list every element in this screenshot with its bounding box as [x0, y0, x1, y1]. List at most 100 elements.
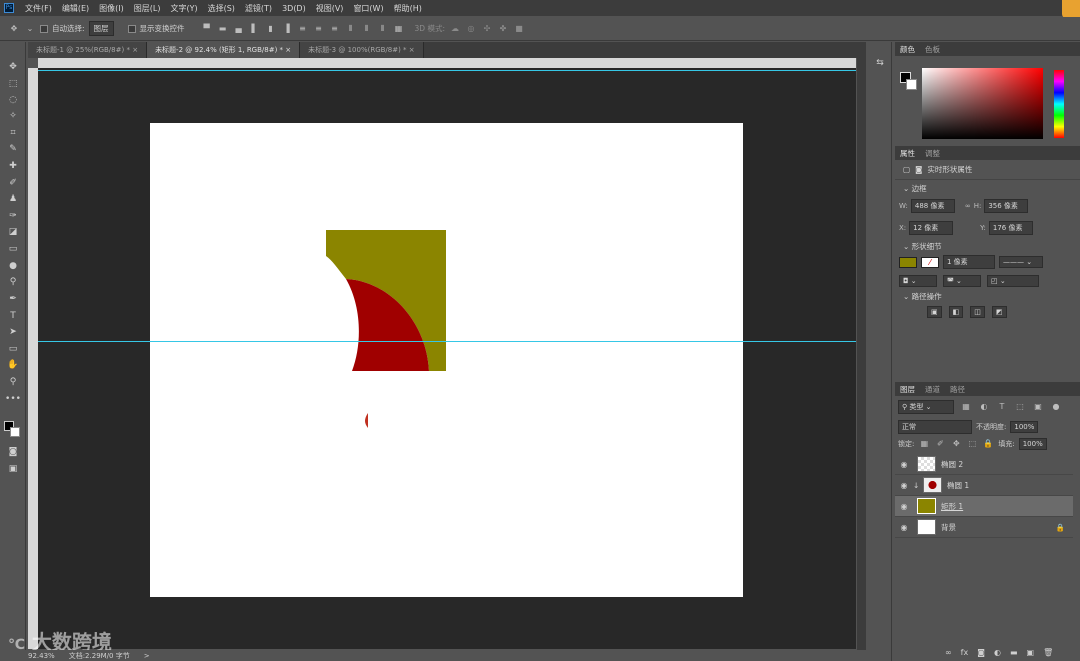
close-icon[interactable]: × [409, 46, 415, 54]
background-color-swatch[interactable] [906, 79, 917, 90]
tab-layers[interactable]: 图层 [900, 384, 915, 395]
menu-3d[interactable]: 3D(D) [277, 4, 311, 13]
subtract-shape-icon[interactable]: ◧ [948, 306, 964, 318]
eyedropper-tool-icon[interactable]: ✎ [5, 142, 21, 156]
show-transform-checkbox[interactable] [127, 24, 136, 33]
sync-icon[interactable] [1062, 0, 1080, 18]
screen-mode-icon[interactable]: ▣ [5, 462, 21, 476]
3d-slide-icon[interactable]: ✤ [497, 24, 509, 34]
menu-image[interactable]: 图像(I) [94, 3, 129, 14]
adjustment-layer-icon[interactable]: ◐ [994, 648, 1001, 657]
layer-filter-dropdown[interactable]: ⚲ 类型 ⌄ [898, 400, 954, 414]
layer-row[interactable]: ◉ 背景 🔒 [895, 517, 1073, 538]
menu-select[interactable]: 选择(S) [203, 3, 240, 14]
lock-artboard-icon[interactable]: ⬚ [966, 439, 978, 449]
fill-field[interactable]: 100% [1018, 438, 1047, 450]
lock-position-icon[interactable]: ✥ [950, 439, 962, 449]
visibility-eye-icon[interactable]: ◉ [895, 460, 913, 469]
filter-smart-object-icon[interactable]: ▣ [1032, 402, 1044, 412]
tab-paths[interactable]: 路径 [950, 384, 965, 395]
section-shape-details[interactable]: ⌄ 形状细节 [895, 241, 1080, 252]
layer-style-icon[interactable]: fx [961, 648, 969, 657]
3d-roll-icon[interactable]: ◎ [465, 24, 477, 34]
align-top-icon[interactable]: ▀ [201, 24, 213, 34]
tab-document-2[interactable]: 未标题-2 @ 92.4% (矩形 1, RGB/8#) * × [147, 42, 301, 58]
section-border[interactable]: ⌄ 边框 [895, 180, 1080, 197]
pen-tool-icon[interactable]: ✒ [5, 292, 21, 306]
menu-edit[interactable]: 编辑(E) [57, 3, 94, 14]
3d-drag-icon[interactable]: ✣ [481, 24, 493, 34]
distribute-bottom-icon[interactable]: ≡ [329, 24, 341, 34]
menu-file[interactable]: 文件(F) [20, 3, 57, 14]
path-select-tool-icon[interactable]: ➤ [5, 325, 21, 339]
new-layer-icon[interactable]: ▣ [1027, 648, 1035, 657]
background-color-swatch[interactable] [10, 427, 20, 437]
align-hcenter-icon[interactable]: ▮ [265, 24, 277, 34]
stroke-color-swatch[interactable]: ⁄ [921, 256, 939, 268]
auto-select-checkbox[interactable] [40, 24, 48, 33]
brush-tool-icon[interactable]: ✐ [5, 176, 21, 190]
eraser-tool-icon[interactable]: ◪ [5, 225, 21, 239]
move-tool-icon[interactable]: ✥ [5, 60, 21, 74]
vertical-ruler[interactable] [28, 68, 38, 649]
guide-line-top[interactable] [38, 70, 856, 71]
y-field[interactable]: 176 像素 [988, 221, 1033, 235]
distribute-hcenter-icon[interactable]: ⦀ [361, 24, 373, 34]
close-icon[interactable]: × [132, 46, 138, 54]
auto-align-icon[interactable]: ▦ [393, 24, 405, 34]
align-left-icon[interactable]: ▌ [249, 24, 261, 34]
stroke-type-dropdown[interactable]: ——— ⌄ [999, 256, 1043, 268]
auto-select-dropdown[interactable]: 图层 [88, 21, 114, 36]
tab-document-1[interactable]: 未标题-1 @ 25%(RGB/8#) * × [28, 42, 148, 58]
history-brush-tool-icon[interactable]: ✑ [5, 209, 21, 223]
status-arrow-icon[interactable]: > [144, 652, 150, 660]
3d-orbit-icon[interactable]: ☁ [449, 24, 461, 34]
blur-tool-icon[interactable]: ● [5, 259, 21, 273]
filter-type-icon[interactable]: T [996, 402, 1008, 412]
zoom-tool-icon[interactable]: ⚲ [5, 375, 21, 389]
gradient-tool-icon[interactable]: ▭ [5, 242, 21, 256]
menu-filter[interactable]: 滤镜(T) [240, 3, 277, 14]
type-tool-icon[interactable]: T [5, 309, 21, 323]
stroke-width-field[interactable]: 1 像素 [943, 255, 995, 269]
align-right-icon[interactable]: ▐ [281, 24, 293, 34]
lock-pixels-icon[interactable]: ✐ [934, 439, 946, 449]
new-group-icon[interactable]: ▬ [1010, 648, 1018, 657]
intersect-shape-icon[interactable]: ◫ [970, 306, 985, 318]
horizontal-ruler[interactable] [38, 58, 856, 68]
stroke-corner-dropdown[interactable]: ◰ ⌄ [987, 275, 1039, 287]
more-tools-icon[interactable]: ••• [5, 392, 21, 406]
menu-view[interactable]: 视图(V) [311, 3, 349, 14]
lasso-tool-icon[interactable]: ◌ [5, 93, 21, 107]
filter-shape-icon[interactable]: ⬚ [1014, 402, 1026, 412]
visibility-eye-icon[interactable]: ◉ [895, 523, 913, 532]
menu-layer[interactable]: 图层(L) [129, 3, 166, 14]
link-icon[interactable]: ∞ [965, 202, 971, 210]
x-field[interactable]: 12 像素 [909, 221, 954, 235]
chevron-down-icon[interactable]: ⌄ [24, 24, 36, 34]
healing-brush-tool-icon[interactable]: ✚ [5, 159, 21, 173]
layer-row[interactable]: ◉ ↓ 椭圆 1 [895, 475, 1073, 496]
align-vcenter-icon[interactable]: ▬ [217, 24, 229, 34]
quick-mask-icon[interactable]: ◙ [5, 445, 21, 459]
stroke-cap-dropdown[interactable]: ◚ ⌄ [943, 275, 981, 287]
distribute-right-icon[interactable]: ⦀ [377, 24, 389, 34]
crop-tool-icon[interactable]: ⌗ [5, 126, 21, 140]
magic-wand-tool-icon[interactable]: ✧ [5, 109, 21, 123]
dodge-tool-icon[interactable]: ⚲ [5, 275, 21, 289]
distribute-left-icon[interactable]: ⦀ [345, 24, 357, 34]
hand-tool-icon[interactable]: ✋ [5, 358, 21, 372]
combine-shapes-icon[interactable]: ▣ [927, 306, 942, 318]
delete-layer-icon[interactable]: 🗑 [1043, 648, 1053, 657]
vertical-scrollbar[interactable] [857, 58, 866, 650]
zoom-level[interactable]: 92.43% [28, 652, 55, 660]
tab-swatches[interactable]: 色板 [925, 44, 940, 55]
section-path-operations[interactable]: ⌄ 路径操作 [895, 290, 1080, 303]
distribute-vcenter-icon[interactable]: ≡ [313, 24, 325, 34]
tab-properties[interactable]: 属性 [900, 148, 915, 159]
stamp-tool-icon[interactable]: ♟ [5, 192, 21, 206]
menu-type[interactable]: 文字(Y) [165, 3, 202, 14]
align-bottom-icon[interactable]: ▄ [233, 24, 245, 34]
opacity-field[interactable]: 100% [1010, 421, 1039, 433]
history-panel-icon[interactable]: ⇆ [872, 56, 888, 70]
